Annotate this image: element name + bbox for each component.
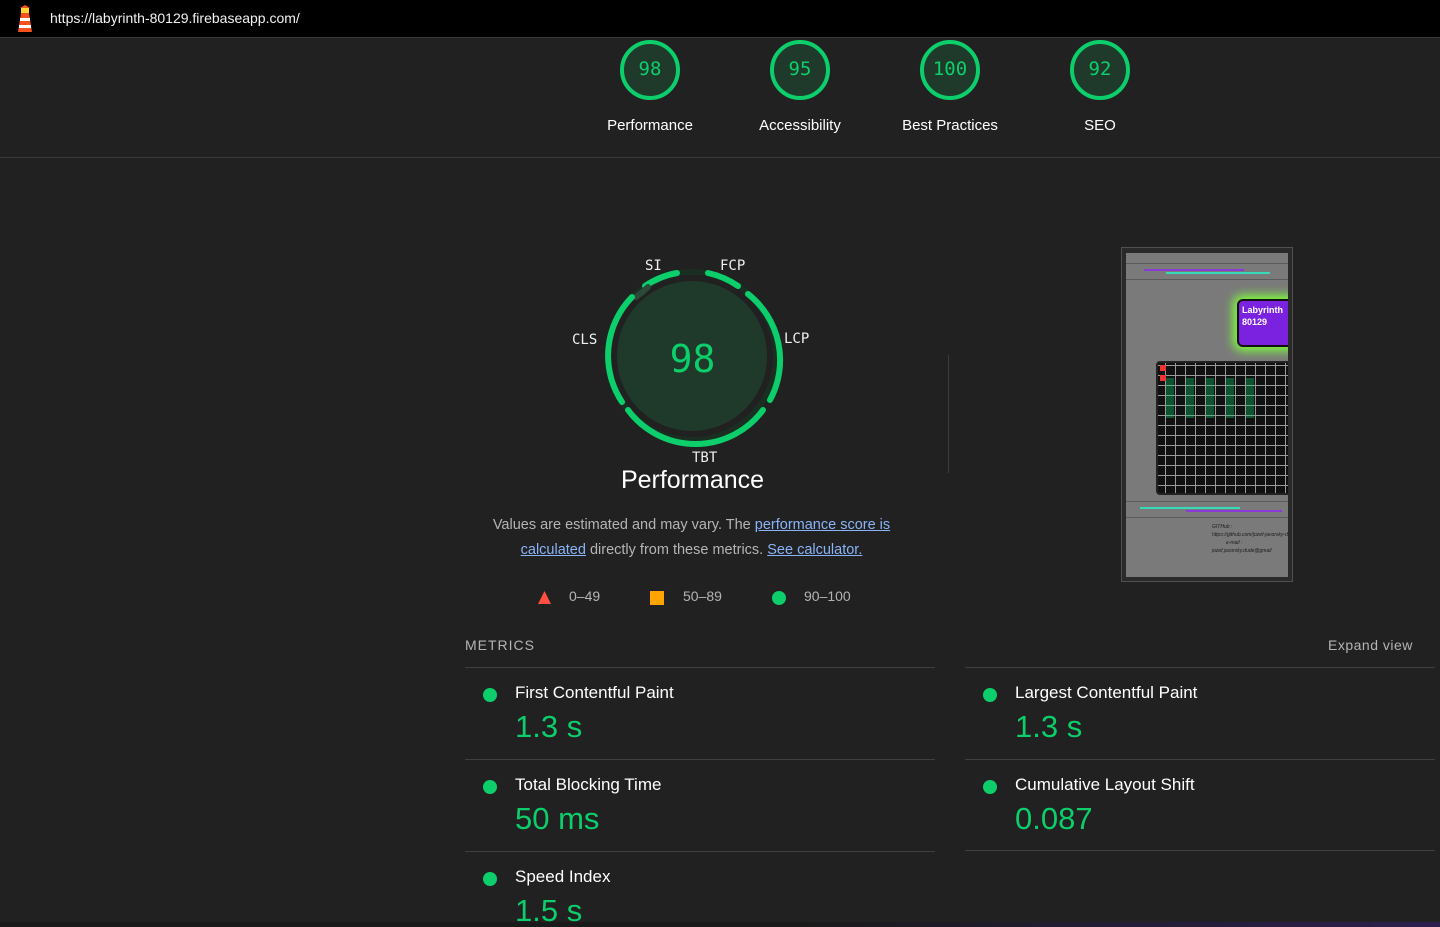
lighthouse-icon xyxy=(18,5,32,32)
expand-view-toggle[interactable]: Expand view xyxy=(1328,637,1413,653)
pass-circle-icon xyxy=(483,688,497,702)
score-label: Performance xyxy=(607,117,693,134)
metric-value: 1.3 s xyxy=(1015,709,1083,744)
triangle-icon xyxy=(538,591,551,604)
desc-text: Values are estimated and may vary. The xyxy=(492,517,755,533)
metric-value: 1.3 s xyxy=(515,709,583,744)
performance-title: Performance xyxy=(620,466,765,494)
pass-circle-icon xyxy=(983,780,997,794)
thumbnail-email-value: jozef.javorsky.dude@gmail xyxy=(1212,548,1272,554)
metric-tbt: Total Blocking Time 50 ms xyxy=(465,759,935,851)
top-bar: https://labyrinth-80129.firebaseapp.com/ xyxy=(0,0,1440,38)
score-value: 100 xyxy=(932,58,968,80)
metric-label-si: SI xyxy=(645,258,662,274)
circle-icon xyxy=(772,591,786,605)
metric-value: 0.087 xyxy=(1015,801,1093,836)
metric-label-lcp: LCP xyxy=(784,331,810,347)
score-label: Best Practices xyxy=(902,117,998,134)
legend-fail-label: 0–49 xyxy=(569,588,601,604)
metric-name: Cumulative Layout Shift xyxy=(1015,775,1195,794)
metric-cls: Cumulative Layout Shift 0.087 xyxy=(965,759,1435,851)
score-calculation-link[interactable]: performance score is xyxy=(755,517,890,533)
metric-label-tbt: TBT xyxy=(692,450,718,466)
metric-label-cls: CLS xyxy=(572,332,598,348)
thumbnail-github-label: GITHub : xyxy=(1212,524,1233,530)
score-label: Accessibility xyxy=(759,117,841,134)
metric-name: First Contentful Paint xyxy=(515,683,674,702)
metric-name: Largest Contentful Paint xyxy=(1015,683,1198,702)
pass-circle-icon xyxy=(983,688,997,702)
thumbnail-email-label: e-mail : xyxy=(1226,540,1243,546)
metric-fcp: First Contentful Paint 1.3 s xyxy=(465,667,935,759)
score-value: 95 xyxy=(788,58,812,80)
pass-circle-icon xyxy=(483,872,497,886)
see-calculator-link[interactable]: See calculator. xyxy=(767,542,862,558)
gauge-performance[interactable]: 98 Performance xyxy=(580,38,720,134)
metric-value: 50 ms xyxy=(515,801,600,836)
square-icon xyxy=(650,591,664,605)
score-value: 98 xyxy=(638,58,662,80)
pass-circle-icon xyxy=(483,780,497,794)
thumbnail-title-2: 80129 xyxy=(1242,317,1268,327)
final-screenshot[interactable]: Labyrinth 80129 GITHub : https://github.… xyxy=(1121,247,1293,582)
score-summary: 98 Performance 95 Accessibility 100 Best… xyxy=(0,38,1440,158)
page-url[interactable]: https://labyrinth-80129.firebaseapp.com/ xyxy=(50,10,300,26)
thumbnail-github-value: https://github.com/jozef-javorsky-dude xyxy=(1212,532,1288,538)
legend-average-label: 50–89 xyxy=(683,588,722,604)
bottom-edge xyxy=(0,922,1440,927)
metric-si: Speed Index 1.5 s xyxy=(465,851,935,922)
metrics-heading: METRICS xyxy=(465,637,535,653)
score-calculation-link-2[interactable]: calculated xyxy=(521,542,586,558)
thumbnail-title-1: Labyrinth xyxy=(1242,305,1284,315)
metric-name: Speed Index xyxy=(515,867,611,886)
gauge-seo[interactable]: 92 SEO xyxy=(1030,38,1170,134)
score-label: SEO xyxy=(1084,117,1116,134)
desc-text-2: directly from these metrics. xyxy=(585,542,768,558)
screenshot-thumbnail: Labyrinth 80129 GITHub : https://github.… xyxy=(1126,253,1288,577)
score-description: Values are estimated and may vary. The p… xyxy=(470,513,913,563)
score-value: 92 xyxy=(1088,58,1112,80)
metric-label-fcp: FCP xyxy=(720,258,746,274)
gauge-best-practices[interactable]: 100 Best Practices xyxy=(880,38,1020,134)
gauge-accessibility[interactable]: 95 Accessibility xyxy=(730,38,870,134)
metric-value: 1.5 s xyxy=(515,893,583,922)
metric-name: Total Blocking Time xyxy=(515,775,662,794)
metric-lcp: Largest Contentful Paint 1.3 s xyxy=(965,667,1435,759)
performance-gauge: 98 xyxy=(560,255,825,465)
legend-pass-label: 90–100 xyxy=(804,588,851,604)
vertical-divider xyxy=(948,355,949,473)
